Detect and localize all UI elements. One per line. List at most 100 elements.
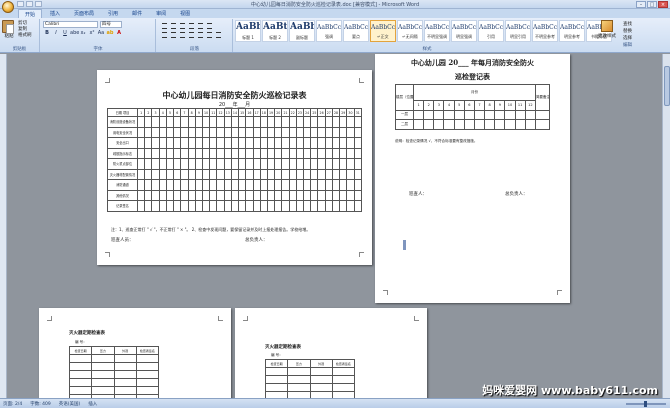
table-cell[interactable] xyxy=(209,158,218,170)
table-cell[interactable] xyxy=(230,158,240,170)
table-cell[interactable] xyxy=(324,179,333,191)
change-styles-button[interactable]: 更改样式 xyxy=(597,20,617,39)
table-cell[interactable] xyxy=(68,362,93,371)
table-cell[interactable] xyxy=(281,189,290,201)
table-cell[interactable] xyxy=(252,168,261,180)
table-cell[interactable] xyxy=(463,109,475,120)
table-cell[interactable] xyxy=(194,200,203,212)
table-cell[interactable] xyxy=(443,109,455,120)
table-cell[interactable] xyxy=(324,189,333,201)
table-cell[interactable] xyxy=(274,137,283,149)
table-cell[interactable] xyxy=(259,116,268,128)
table-cell[interactable] xyxy=(91,362,115,371)
table-cell[interactable] xyxy=(158,137,167,149)
table-cell[interactable] xyxy=(281,179,290,191)
table-cell[interactable] xyxy=(201,189,211,201)
table-cell[interactable] xyxy=(288,158,297,170)
table-cell[interactable] xyxy=(317,126,326,138)
table-cell[interactable] xyxy=(353,126,363,138)
table-cell[interactable] xyxy=(216,200,225,212)
table-cell[interactable] xyxy=(412,119,425,130)
table-cell[interactable] xyxy=(295,137,305,149)
table-cell[interactable] xyxy=(324,200,333,212)
table-cell[interactable] xyxy=(216,126,225,138)
table-cell[interactable] xyxy=(274,189,283,201)
table-cell[interactable] xyxy=(252,126,261,138)
table-cell[interactable] xyxy=(259,168,268,180)
table-cell[interactable] xyxy=(346,200,355,212)
table-cell[interactable] xyxy=(180,179,189,191)
table-cell[interactable] xyxy=(223,200,232,212)
table-cell[interactable] xyxy=(216,147,225,159)
document-page-1[interactable]: 中心幼儿园每日消防安全防火巡检记录表 20___年___月 日期 项目 1 2 3 4 5… xyxy=(97,70,372,265)
table-cell[interactable] xyxy=(259,179,268,191)
table-cell[interactable] xyxy=(230,147,240,159)
table-cell[interactable] xyxy=(230,137,240,149)
table-cell[interactable] xyxy=(151,126,160,138)
table-cell[interactable] xyxy=(324,147,333,159)
table-cell[interactable] xyxy=(165,168,175,180)
table-cell[interactable] xyxy=(223,179,232,191)
table-cell[interactable] xyxy=(303,168,312,180)
table-cell[interactable] xyxy=(252,116,261,128)
font-name-select[interactable]: Calibri xyxy=(43,21,98,28)
tab-home[interactable]: 开始 xyxy=(18,9,43,18)
table-cell[interactable] xyxy=(245,158,254,170)
table-cell[interactable] xyxy=(151,116,160,128)
table-cell[interactable] xyxy=(339,189,348,201)
table-cell[interactable] xyxy=(324,126,333,138)
table-cell[interactable] xyxy=(135,362,160,371)
table-cell[interactable] xyxy=(187,189,196,201)
change-case-button[interactable]: Aa xyxy=(97,30,105,37)
table-cell[interactable] xyxy=(331,179,341,191)
table-cell[interactable] xyxy=(309,367,333,376)
table-cell[interactable] xyxy=(68,386,93,395)
table-cell[interactable] xyxy=(423,109,435,120)
table-cell[interactable] xyxy=(252,147,261,159)
table-cell[interactable] xyxy=(136,147,146,159)
table-cell[interactable] xyxy=(194,126,203,138)
table-cell[interactable] xyxy=(295,126,305,138)
table-cell[interactable] xyxy=(295,147,305,159)
table-cell[interactable] xyxy=(310,116,319,128)
table-cell[interactable] xyxy=(209,137,218,149)
table-cell[interactable] xyxy=(346,137,355,149)
table-cell[interactable] xyxy=(484,119,496,130)
table-cell[interactable] xyxy=(281,158,290,170)
table-cell[interactable] xyxy=(209,179,218,191)
table-cell[interactable] xyxy=(310,147,319,159)
table-cell[interactable] xyxy=(331,158,341,170)
table-cell[interactable] xyxy=(187,137,196,149)
table-cell[interactable] xyxy=(230,200,240,212)
tab-page-layout[interactable]: 页面布局 xyxy=(68,9,100,18)
table-cell[interactable] xyxy=(180,189,189,201)
table-cell[interactable] xyxy=(310,179,319,191)
table-cell[interactable] xyxy=(158,147,167,159)
table-cell[interactable] xyxy=(113,386,137,395)
table-cell[interactable] xyxy=(287,367,311,376)
table-cell[interactable] xyxy=(238,158,247,170)
table-cell[interactable] xyxy=(209,200,218,212)
table-cell[interactable] xyxy=(209,147,218,159)
table-cell[interactable] xyxy=(151,158,160,170)
table-cell[interactable] xyxy=(288,116,297,128)
table-cell[interactable] xyxy=(310,137,319,149)
table-cell[interactable] xyxy=(288,126,297,138)
table-cell[interactable] xyxy=(303,137,312,149)
table-cell[interactable] xyxy=(144,137,153,149)
table-cell[interactable] xyxy=(339,147,348,159)
tab-review[interactable]: 审阅 xyxy=(150,9,172,18)
table-cell[interactable] xyxy=(339,126,348,138)
table-cell[interactable] xyxy=(187,158,196,170)
table-cell[interactable] xyxy=(331,147,341,159)
table-cell[interactable] xyxy=(274,179,283,191)
table-cell[interactable] xyxy=(264,375,289,384)
tab-mailings[interactable]: 邮件 xyxy=(126,9,148,18)
table-cell[interactable] xyxy=(68,370,93,379)
close-button[interactable]: × xyxy=(658,1,668,8)
table-cell[interactable] xyxy=(353,168,363,180)
table-cell[interactable] xyxy=(331,375,356,384)
table-cell[interactable] xyxy=(180,137,189,149)
table-cell[interactable] xyxy=(68,378,93,387)
table-cell[interactable] xyxy=(173,200,182,212)
